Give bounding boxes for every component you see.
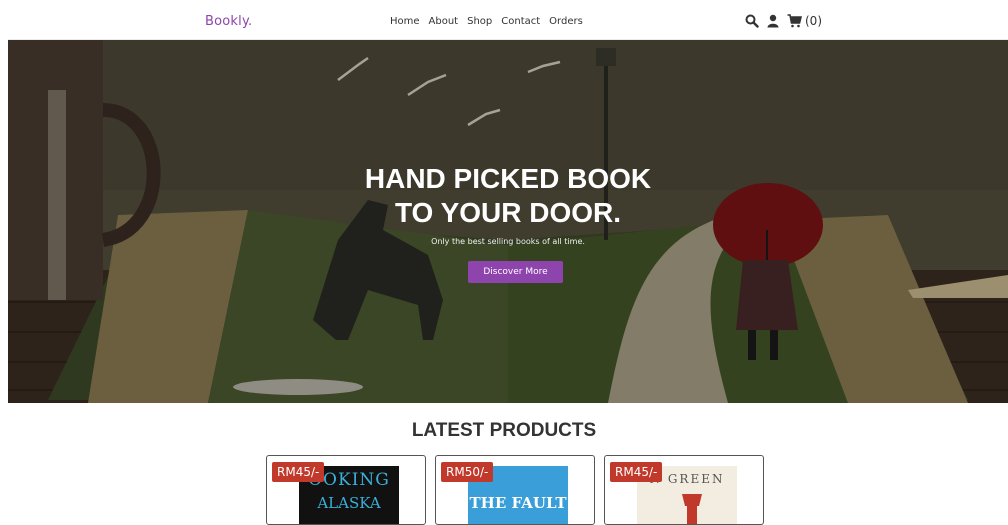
product-card[interactable]: RM45/- OOKING ALASKA — [266, 455, 426, 525]
price-badge: RM45/- — [610, 462, 663, 482]
header-icons: (0) — [745, 14, 822, 28]
nav-about[interactable]: About — [429, 16, 459, 27]
cover-illustration — [682, 494, 702, 524]
hero-subtitle: Only the best selling books of all time. — [431, 237, 585, 246]
discover-more-button[interactable]: Discover More — [468, 261, 563, 283]
top-navbar: Bookly. Home About Shop Contact Orders (… — [8, 6, 1008, 40]
hero-title-line-2: TO YOUR DOOR. — [394, 197, 622, 228]
nav-orders[interactable]: Orders — [549, 16, 583, 27]
price-badge: RM50/- — [441, 462, 494, 482]
product-card[interactable]: RM45/- N GREEN — [604, 455, 764, 525]
search-icon[interactable] — [745, 14, 759, 28]
hero-banner: HAND PICKED BOOK TO YOUR DOOR. Only the … — [8, 40, 1008, 403]
cart-button[interactable]: (0) — [787, 14, 822, 28]
cart-count: (0) — [805, 14, 822, 28]
nav-contact[interactable]: Contact — [501, 16, 540, 27]
nav-home[interactable]: Home — [390, 16, 420, 27]
brand-logo[interactable]: Bookly. — [205, 14, 252, 29]
hero-title-line-1: HAND PICKED BOOK — [364, 163, 652, 194]
main-nav: Home About Shop Contact Orders — [390, 16, 583, 27]
latest-products-heading: LATEST PRODUCTS — [411, 420, 597, 441]
cart-icon — [787, 14, 802, 28]
nav-shop[interactable]: Shop — [467, 16, 492, 27]
hero-title: HAND PICKED BOOK TO YOUR DOOR. — [8, 162, 1008, 230]
cover-title-2: ALASKA — [317, 494, 381, 512]
user-icon[interactable] — [767, 14, 779, 28]
product-card[interactable]: RM50/- THE FAULT — [435, 455, 595, 525]
price-badge: RM45/- — [272, 462, 325, 482]
cover-title: THE FAULT — [469, 494, 567, 512]
